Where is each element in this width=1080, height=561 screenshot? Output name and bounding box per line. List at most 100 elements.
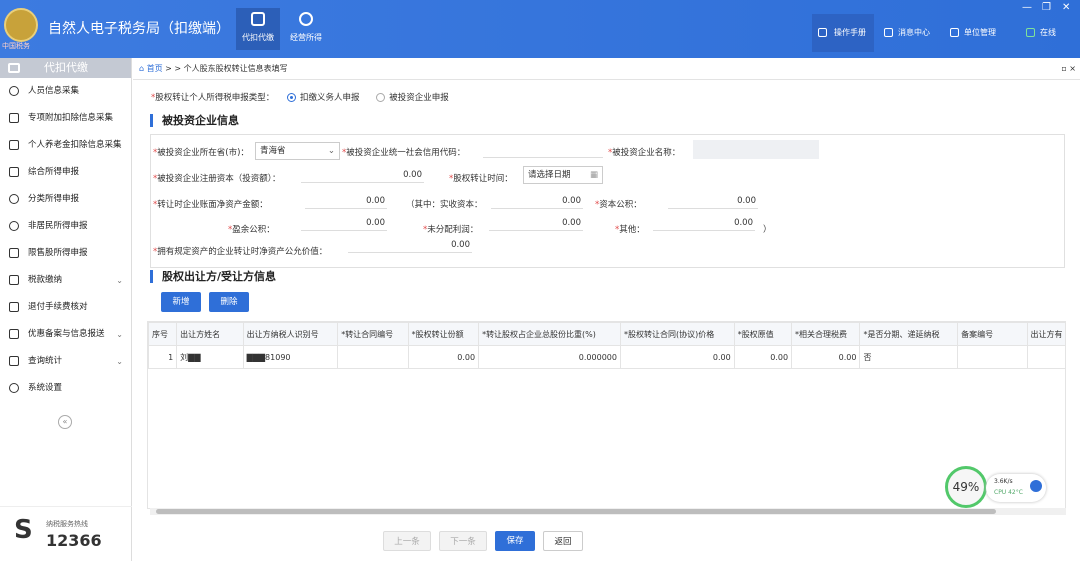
sidebar-item-label: 退付手续费核对 (28, 302, 88, 312)
capital-reserve-input[interactable]: 0.00 (668, 194, 758, 209)
unit-manage-button[interactable]: 单位管理 (950, 14, 996, 52)
delete-button[interactable]: 删除 (209, 292, 249, 312)
company-name-label: *被投资企业名称： (608, 148, 681, 158)
scrollbar-thumb[interactable] (156, 509, 996, 514)
memory-gauge[interactable]: 49% (945, 466, 987, 508)
breadcrumb-separator: > > (162, 64, 184, 73)
radio-label: 被投资企业申报 (389, 93, 449, 103)
save-button[interactable]: 保存 (495, 531, 535, 551)
column-header: *转让股权占企业总股份比重(%) (478, 322, 621, 346)
sidebar-item-label: 个人养老金扣除信息采集 (28, 140, 122, 150)
clipboard-icon (9, 140, 19, 150)
online-label: 在线 (1040, 28, 1056, 37)
close-button[interactable]: ✕ (1062, 2, 1070, 13)
other-input[interactable]: 0.00 (653, 216, 755, 231)
online-icon (1026, 28, 1035, 37)
table-cell[interactable]: 0.00 (407, 345, 480, 369)
prev-button[interactable]: 上一条 (383, 531, 431, 551)
table-cell[interactable]: 0.00 (619, 345, 735, 369)
chevron-down-icon: ⌄ (116, 330, 123, 339)
close-paren: ） (763, 225, 772, 235)
column-header: *股权转让合同(协议)价格 (619, 322, 735, 346)
section-title-invested: 被投资企业信息 (150, 114, 239, 127)
sidebar-item-nonresident[interactable]: 非居民所得申报 (0, 213, 131, 240)
gear-icon (9, 383, 19, 393)
tab-controls[interactable]: ▫ × (1061, 58, 1076, 80)
table-cell[interactable]: 0.000000 (478, 345, 621, 369)
column-header: 出让方有 (1026, 322, 1065, 346)
radio-checked-icon (286, 93, 296, 102)
table-cell[interactable] (1026, 345, 1065, 369)
messages-button[interactable]: 消息中心 (884, 14, 930, 52)
home-icon: ⌂ (139, 64, 147, 73)
sidebar-item-preferential[interactable]: 优惠备案与信息报送 ⌄ (0, 321, 131, 348)
net-asset-input[interactable]: 0.00 (305, 194, 387, 209)
calendar-icon: ▦ (589, 170, 598, 180)
province-select[interactable]: 青海省 ⌄ (255, 142, 340, 160)
table-cell[interactable]: 0.00 (791, 345, 861, 369)
table-cell[interactable]: ▇▇▇81090 (242, 345, 339, 369)
coins-icon (299, 12, 313, 26)
layers-icon (9, 167, 19, 177)
report-type-row: *股权转让个人所得税申报类型： 扣缴义务人申报 被投资企业申报 (151, 93, 449, 103)
next-button[interactable]: 下一条 (439, 531, 487, 551)
radio-invested-company[interactable]: 被投资企业申报 (376, 93, 449, 103)
transfer-date-picker[interactable]: 请选择日期 ▦ (523, 166, 603, 184)
manual-button[interactable]: 操作手册 (812, 14, 874, 52)
building-icon (950, 28, 959, 37)
surplus-input[interactable]: 0.00 (301, 216, 387, 231)
radio-withholding[interactable]: 扣缴义务人申报 (286, 93, 359, 103)
table-horizontal-scrollbar[interactable] (150, 508, 1066, 515)
column-header: *相关合理税费 (791, 322, 861, 346)
credit-code-input[interactable] (483, 143, 603, 158)
table-cell[interactable]: 否 (859, 345, 959, 369)
undistributed-input[interactable]: 0.00 (489, 216, 583, 231)
hotline-label: 纳税服务热线 (46, 520, 88, 528)
company-name-input[interactable] (693, 140, 819, 159)
collapse-sidebar-button[interactable]: « (58, 415, 72, 429)
paid-in-input[interactable]: 0.00 (491, 194, 583, 209)
table-row[interactable]: 1 刘▇▇ ▇▇▇81090 0.00 0.000000 0.00 0.00 0… (148, 345, 1065, 369)
minimize-button[interactable]: — (1022, 2, 1032, 13)
column-header: 备案编号 (957, 322, 1028, 346)
column-header: *股权原值 (733, 322, 793, 346)
receipt-icon (9, 302, 19, 312)
fair-value-input[interactable]: 0.00 (348, 238, 472, 253)
sidebar-item-pension[interactable]: 个人养老金扣除信息采集 (0, 132, 131, 159)
surplus-label: *盈余公积： (228, 225, 275, 235)
sidebar-item-settings[interactable]: 系统设置 (0, 375, 131, 402)
table-cell[interactable] (337, 345, 409, 369)
table-cell[interactable]: 0.00 (733, 345, 793, 369)
sidebar-item-payment[interactable]: 税款缴纳 ⌄ (0, 267, 131, 294)
sidebar-item-refund[interactable]: 退付手续费核对 (0, 294, 131, 321)
province-value: 青海省 (260, 146, 286, 156)
breadcrumb-home[interactable]: 首页 (147, 64, 163, 73)
sidebar-item-label: 分类所得申报 (28, 194, 80, 204)
back-button[interactable]: 返回 (543, 531, 583, 551)
sidebar-header: 代扣代缴 (0, 58, 131, 78)
breadcrumb-current: 个人股东股权转让信息表填写 (183, 64, 288, 73)
nav-tab-business-income[interactable]: 经营所得 (284, 8, 328, 50)
nav-tab-withholding[interactable]: 代扣代缴 (236, 8, 280, 50)
add-button[interactable]: 新增 (161, 292, 201, 312)
table-header-row: 序号 出让方姓名 出让方纳税人识别号 *转让合同编号 *股权转让份额 *转让股权… (148, 322, 1065, 346)
online-status-button[interactable]: 在线 (1026, 14, 1056, 52)
sidebar-item-query[interactable]: 查询统计 ⌄ (0, 348, 131, 375)
sidebar-item-special-deduction[interactable]: 专项附加扣除信息采集 (0, 105, 131, 132)
sidebar-item-restricted[interactable]: 限售股所得申报 (0, 240, 131, 267)
sidebar-item-comprehensive[interactable]: 综合所得申报 (0, 159, 131, 186)
sidebar-item-personnel[interactable]: 人员信息采集 (0, 78, 131, 105)
pie-icon (9, 194, 19, 204)
restore-button[interactable]: ❐ (1042, 2, 1051, 13)
table-cell[interactable]: 刘▇▇ (176, 345, 244, 369)
sidebar-item-label: 非居民所得申报 (28, 221, 88, 231)
radio-unchecked-icon (376, 93, 386, 102)
table-cell[interactable] (957, 345, 1028, 369)
hotline-logo-icon: S (14, 515, 33, 545)
sidebar-item-classified[interactable]: 分类所得申报 (0, 186, 131, 213)
top-bar: 中国税务 自然人电子税务局（扣缴端） 代扣代缴 经营所得 — ❐ ✕ 操作手册 … (0, 0, 1080, 58)
card-icon (9, 275, 19, 285)
sidebar-item-label: 限售股所得申报 (28, 248, 88, 258)
capital-input[interactable]: 0.00 (301, 168, 424, 183)
sidebar: 代扣代缴 人员信息采集 专项附加扣除信息采集 个人养老金扣除信息采集 综合所得申… (0, 58, 132, 561)
